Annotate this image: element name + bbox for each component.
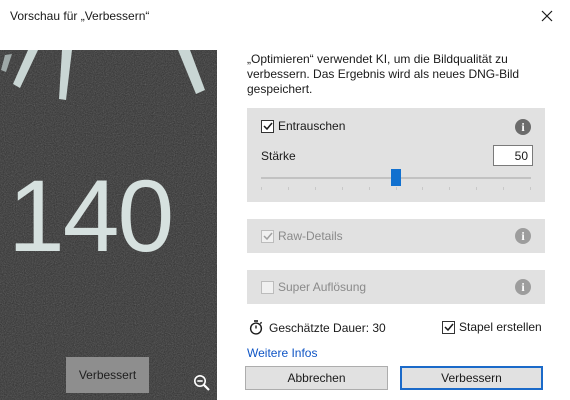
speedometer-image: 140 xyxy=(0,50,217,400)
slider-tick xyxy=(396,187,397,190)
checkmark-icon xyxy=(262,232,273,241)
close-button[interactable] xyxy=(524,0,570,32)
slider-tick xyxy=(530,187,531,190)
description-text: „Optimieren“ verwendet KI, um die Bildqu… xyxy=(247,52,520,96)
stopwatch-icon xyxy=(249,320,263,335)
super-resolution-checkbox xyxy=(261,280,274,294)
info-icon[interactable]: i xyxy=(515,228,531,244)
preview-image: 140 Verbessert xyxy=(0,50,217,400)
slider-tick xyxy=(261,187,262,190)
strength-label: Stärke xyxy=(261,149,296,163)
zoom-out-icon[interactable] xyxy=(193,374,211,392)
denoise-checkbox[interactable] xyxy=(261,119,274,133)
close-icon xyxy=(541,10,553,22)
raw-details-panel: Raw-Details i xyxy=(247,219,545,253)
speedometer-number: 140 xyxy=(8,159,172,273)
denoise-label: Entrauschen xyxy=(278,119,346,133)
stack-label: Stapel erstellen xyxy=(459,320,542,334)
slider-tick xyxy=(342,187,343,190)
checkmark-icon xyxy=(262,122,273,131)
stack-option[interactable]: Stapel erstellen xyxy=(442,320,542,334)
slider-tick xyxy=(422,187,423,190)
estimated-duration-text: Geschätzte Dauer: 30 xyxy=(269,320,386,335)
raw-details-label: Raw-Details xyxy=(278,229,343,243)
strength-input[interactable] xyxy=(493,145,533,166)
info-icon[interactable]: i xyxy=(515,279,531,295)
super-resolution-option: Super Auflösung xyxy=(261,280,366,294)
more-info-link[interactable]: Weitere Infos xyxy=(247,346,317,360)
slider-tick xyxy=(503,187,504,190)
slider-thumb[interactable] xyxy=(391,169,401,186)
info-icon[interactable]: i xyxy=(515,119,531,135)
raw-details-option: Raw-Details xyxy=(261,229,343,243)
denoise-option[interactable]: Entrauschen xyxy=(261,119,345,133)
strength-slider[interactable] xyxy=(261,169,531,190)
preview-label: Verbessert xyxy=(66,357,149,393)
window-title: Vorschau für „Verbessern“ xyxy=(10,9,150,23)
slider-tick xyxy=(449,187,450,190)
estimated-duration: Geschätzte Dauer: 30 xyxy=(249,320,386,335)
cancel-button[interactable]: Abbrechen xyxy=(245,366,388,390)
slider-ticks xyxy=(261,187,531,190)
super-resolution-panel: Super Auflösung i xyxy=(247,270,545,304)
slider-tick xyxy=(476,187,477,190)
slider-tick xyxy=(369,187,370,190)
super-resolution-label: Super Auflösung xyxy=(278,280,367,294)
slider-tick xyxy=(315,187,316,190)
stack-checkbox[interactable] xyxy=(442,320,455,334)
raw-details-checkbox xyxy=(261,229,274,243)
title-bar: Vorschau für „Verbessern“ xyxy=(0,0,570,32)
slider-tick xyxy=(288,187,289,190)
enhance-button[interactable]: Verbessern xyxy=(400,366,543,390)
checkmark-icon xyxy=(443,323,454,332)
denoise-panel: Entrauschen i Stärke xyxy=(247,108,545,202)
